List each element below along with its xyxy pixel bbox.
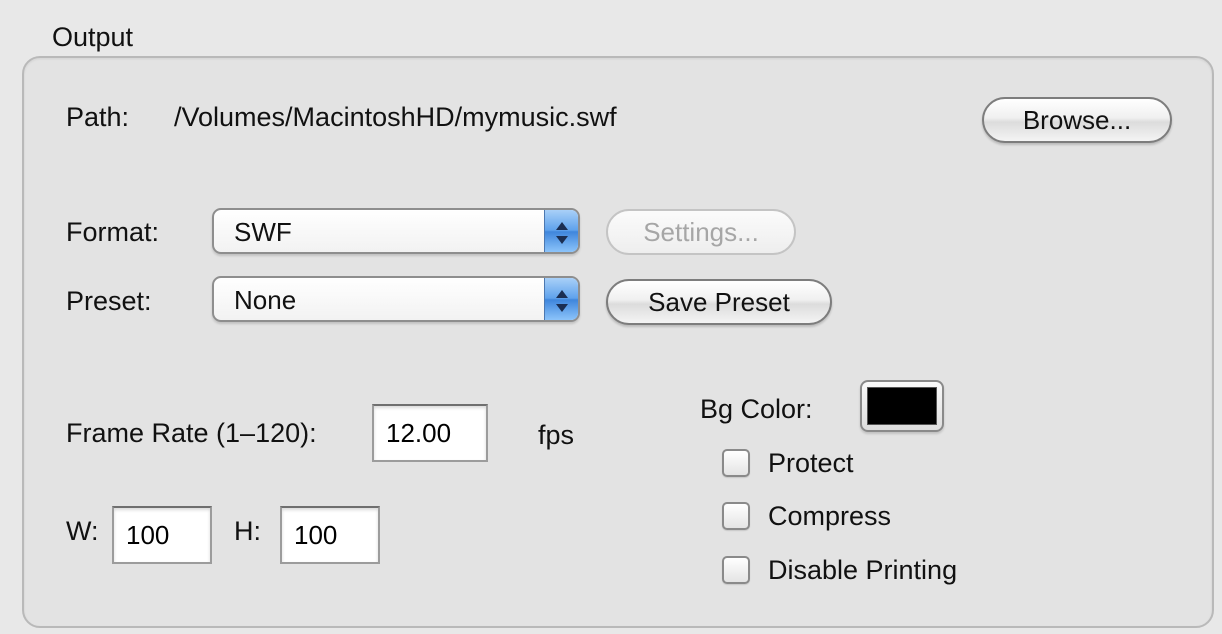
width-input[interactable]: [112, 506, 212, 564]
compress-checkbox[interactable]: [722, 502, 750, 530]
preset-selected-value: None: [234, 285, 297, 315]
format-label: Format:: [66, 217, 160, 247]
bg-color-well[interactable]: [860, 380, 944, 432]
up-down-arrows-icon: [544, 210, 578, 252]
height-label: H:: [234, 516, 261, 546]
bg-color-swatch: [867, 387, 937, 425]
settings-button[interactable]: Settings...: [606, 209, 796, 255]
path-value: /Volumes/MacintoshHD/mymusic.swf: [174, 102, 617, 132]
disable-printing-label: Disable Printing: [768, 555, 958, 585]
disable-printing-checkbox[interactable]: [722, 556, 750, 584]
bg-color-label: Bg Color:: [700, 394, 813, 424]
width-label: W:: [66, 516, 99, 546]
format-selected-value: SWF: [234, 217, 292, 247]
frame-rate-label: Frame Rate (1–120):: [66, 418, 317, 448]
fps-unit-label: fps: [538, 420, 575, 450]
protect-checkbox[interactable]: [722, 449, 750, 477]
path-label: Path:: [66, 102, 130, 132]
compress-label: Compress: [768, 501, 892, 531]
output-panel: Output Path: /Volumes/MacintoshHD/mymusi…: [0, 0, 1222, 634]
browse-button[interactable]: Browse...: [982, 97, 1172, 143]
save-preset-button[interactable]: Save Preset: [606, 279, 832, 325]
height-input[interactable]: [280, 506, 380, 564]
format-select[interactable]: SWF: [212, 208, 580, 254]
frame-rate-input[interactable]: [372, 404, 488, 462]
protect-label: Protect: [768, 448, 854, 478]
up-down-arrows-icon: [544, 278, 578, 320]
preset-select[interactable]: None: [212, 276, 580, 322]
preset-label: Preset:: [66, 286, 152, 316]
group-title: Output: [52, 22, 134, 52]
